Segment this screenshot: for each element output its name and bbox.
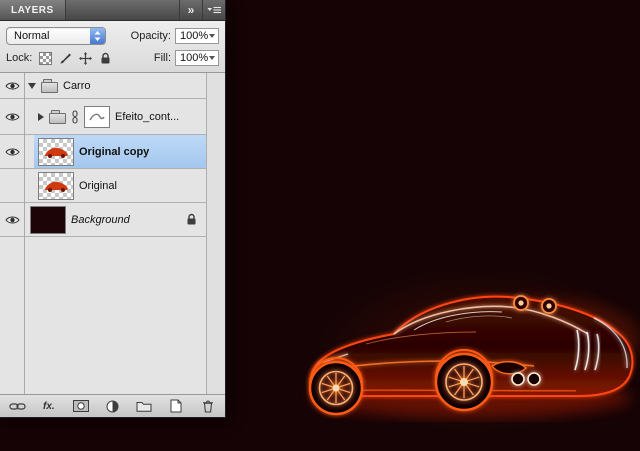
group-folder-icon <box>49 113 66 124</box>
collapse-panel-button[interactable]: » <box>179 0 202 20</box>
fill-dropdown-icon[interactable] <box>209 56 215 60</box>
tab-layers-label: LAYERS <box>11 5 54 16</box>
panel-header[interactable]: LAYERS » <box>0 0 225 21</box>
blend-mode-select[interactable]: Normal <box>6 27 106 45</box>
panel-menu-icon <box>207 6 222 15</box>
chain-link-icon <box>9 402 26 411</box>
disclosure-closed-icon[interactable] <box>38 113 44 121</box>
opacity-field[interactable]: 100% <box>175 28 219 44</box>
visibility-toggle-carro[interactable] <box>0 73 24 98</box>
lock-transparency-button[interactable] <box>38 51 53 65</box>
fill-label: Fill: <box>154 52 171 64</box>
lock-buttons <box>38 51 113 65</box>
combo-stepper-icon <box>90 28 105 44</box>
scrollbar-track[interactable] <box>207 73 225 394</box>
layer-row-carro[interactable]: Carro <box>0 73 207 99</box>
tab-layers[interactable]: LAYERS <box>0 0 66 20</box>
panel-footer: fx. <box>0 394 225 417</box>
blend-mode-value: Normal <box>7 30 90 42</box>
background-lock-badge <box>186 213 197 226</box>
photoshop-workspace: LAYERS » Normal <box>0 0 640 451</box>
lock-position-button[interactable] <box>78 51 93 65</box>
link-layers-button[interactable] <box>8 398 26 414</box>
trash-icon <box>202 399 214 413</box>
fx-icon: fx. <box>43 401 55 412</box>
layer-controls: Normal Opacity: 100% <box>0 21 225 73</box>
lock-all-button[interactable] <box>98 51 113 65</box>
panel-header-spacer <box>66 0 179 20</box>
panel-menu-button[interactable] <box>202 0 225 20</box>
layer-mask-icon <box>73 400 89 412</box>
layer-thumbnail-background[interactable] <box>30 206 66 234</box>
layers-panel: LAYERS » Normal <box>0 0 226 418</box>
visibility-toggle-original-copy[interactable] <box>0 135 24 168</box>
layer-thumbnail-original-copy[interactable] <box>38 138 74 166</box>
padlock-icon <box>100 52 111 65</box>
brush-icon <box>59 52 72 65</box>
new-layer-icon <box>170 399 182 413</box>
new-group-folder-icon <box>136 400 152 412</box>
visibility-toggle-original[interactable] <box>0 169 24 202</box>
layer-name-background: Background <box>71 214 130 226</box>
link-icon <box>71 110 79 124</box>
layer-thumbnail-efeito[interactable] <box>84 106 110 128</box>
new-layer-button[interactable] <box>167 398 185 414</box>
eye-icon <box>5 81 20 91</box>
move-icon <box>79 52 92 65</box>
adjustment-layer-icon <box>106 400 119 413</box>
padlock-icon <box>186 213 197 226</box>
disclosure-open-icon[interactable] <box>28 83 36 89</box>
add-layer-mask-button[interactable] <box>72 398 90 414</box>
blend-opacity-row: Normal Opacity: 100% <box>6 25 219 47</box>
transparency-checker-icon <box>39 52 52 65</box>
layer-row-original-copy[interactable]: Original copy <box>0 135 207 169</box>
lock-paint-button[interactable] <box>58 51 73 65</box>
layer-list: Carro <box>0 73 225 394</box>
layer-name-original: Original <box>79 180 117 192</box>
layer-thumbnail-original[interactable] <box>38 172 74 200</box>
eye-icon <box>5 215 20 225</box>
opacity-value: 100% <box>180 30 208 42</box>
visibility-toggle-background[interactable] <box>0 203 24 236</box>
lock-label: Lock: <box>6 52 32 64</box>
new-group-button[interactable] <box>135 398 153 414</box>
opacity-label: Opacity: <box>131 30 171 42</box>
layer-row-efeito[interactable]: Efeito_cont... <box>0 99 207 135</box>
opacity-dropdown-icon[interactable] <box>209 34 215 38</box>
group-folder-icon <box>41 82 58 93</box>
layer-name-efeito: Efeito_cont... <box>115 111 179 123</box>
fill-field[interactable]: 100% <box>175 50 219 66</box>
eye-icon <box>5 112 20 122</box>
layer-name-original-copy: Original copy <box>79 146 149 158</box>
new-adjustment-layer-button[interactable] <box>103 398 121 414</box>
layer-style-button[interactable]: fx. <box>40 398 58 414</box>
eye-icon <box>5 147 20 157</box>
visibility-toggle-efeito[interactable] <box>0 99 24 134</box>
glowing-car-image <box>296 278 640 422</box>
fill-value: 100% <box>180 52 208 64</box>
lock-fill-row: Lock: <box>6 47 219 69</box>
layer-row-original[interactable]: Original <box>0 169 207 203</box>
layer-row-background[interactable]: Background <box>0 203 207 237</box>
layer-name-carro: Carro <box>63 80 91 92</box>
delete-layer-button[interactable] <box>199 398 217 414</box>
